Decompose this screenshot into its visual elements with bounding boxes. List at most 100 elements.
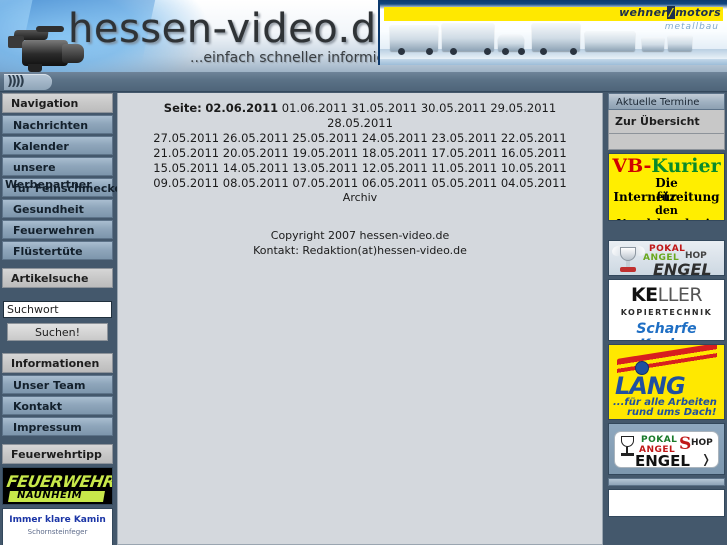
- date-link[interactable]: 20.05.2011: [223, 146, 289, 160]
- date-link[interactable]: 11.05.2011: [431, 161, 497, 175]
- date-link[interactable]: 17.05.2011: [431, 146, 497, 160]
- date-link[interactable]: 24.05.2011: [362, 131, 428, 145]
- ad-feuerwehr-naunheim[interactable]: FEUERWEHR NAUNHEIM: [2, 467, 113, 505]
- sidebar-item-label-werbepartner: Werbepartner: [5, 178, 92, 191]
- keller-title-b: LLER: [657, 284, 703, 306]
- sidebar-item-unsere-werbepartner[interactable]: unsere: [2, 157, 113, 176]
- banner-vehicle: [390, 25, 438, 51]
- copyright-block: Copyright 2007 hessen-video.de Kontakt: …: [118, 228, 602, 258]
- banner-wheel: [570, 48, 577, 55]
- search-button[interactable]: Suchen!: [7, 323, 108, 341]
- keller-title-a: KE: [630, 284, 658, 306]
- archiv-link[interactable]: Archiv: [118, 191, 602, 204]
- right-sidebar: Aktuelle Termine Zur Übersicht VB-Kurier…: [606, 93, 727, 545]
- date-link[interactable]: 25.05.2011: [292, 131, 358, 145]
- banner-subbrand-label: metallbau: [664, 22, 719, 32]
- sidebar-item-gesundheit[interactable]: Gesundheit: [2, 199, 113, 218]
- date-link[interactable]: 09.05.2011: [153, 176, 219, 190]
- sidebar-item-kalender[interactable]: Kalender: [2, 136, 113, 155]
- banner-brand-text: wehner: [619, 6, 668, 19]
- ad-pokal-angel-shop-engel-2[interactable]: POKAL ANGEL S HOP ENGEL ❭: [608, 423, 725, 475]
- sidebar-item-fluestertuete[interactable]: Flüstertüte: [2, 241, 113, 260]
- date-link[interactable]: 29.05.2011: [490, 101, 556, 115]
- date-link[interactable]: 23.05.2011: [431, 131, 497, 145]
- ad-placeholder[interactable]: [608, 489, 725, 517]
- sidebar-item-label-unsere: unsere: [13, 161, 56, 174]
- date-link[interactable]: 15.05.2011: [153, 161, 219, 175]
- vb-kurier-title: VB-Kurier: [609, 155, 724, 177]
- zur-uebersicht-link[interactable]: Zur Übersicht: [608, 110, 725, 134]
- date-link[interactable]: 28.05.2011: [327, 116, 393, 130]
- fish-icon: ❭: [701, 452, 712, 466]
- date-link[interactable]: 01.06.2011: [282, 101, 348, 115]
- current-date: 02.06.2011: [205, 101, 279, 115]
- ad-vb-kurier[interactable]: VB-Kurier Die Internetzeitung für den Vo…: [608, 153, 725, 221]
- date-link[interactable]: 14.05.2011: [223, 161, 289, 175]
- right-section-aktuelle-termine: Aktuelle Termine: [608, 93, 725, 110]
- banner-vehicle: [642, 37, 664, 51]
- site-logo-title[interactable]: hessen-video.de: [68, 6, 402, 52]
- ad-kamin[interactable]: Immer klare Kamin Schornsteinfeger: [2, 508, 113, 545]
- sidebar-item-feuerwehren[interactable]: Feuerwehren: [2, 220, 113, 239]
- banner-wheel: [502, 48, 509, 55]
- trophy-icon: [610, 244, 647, 273]
- date-link[interactable]: 04.05.2011: [501, 176, 567, 190]
- engel2-pokal-label: POKAL: [641, 435, 678, 445]
- search-input[interactable]: [3, 301, 112, 318]
- sidebar-section-artikelsuche: Artikelsuche: [2, 268, 113, 288]
- date-link[interactable]: 12.05.2011: [362, 161, 428, 175]
- feuerwehr-logo-line1: FEUERWEHR: [5, 472, 113, 491]
- sidebar-item-nachrichten[interactable]: Nachrichten: [2, 115, 113, 134]
- date-link[interactable]: 26.05.2011: [223, 131, 289, 145]
- lang-brand-label: LANG: [615, 372, 686, 400]
- waves-icon[interactable]: )))): [4, 74, 52, 90]
- date-row: 27.05.2011 26.05.2011 25.05.2011 24.05.2…: [132, 131, 588, 146]
- date-link[interactable]: 06.05.2011: [362, 176, 428, 190]
- sidebar-item-impressum[interactable]: Impressum: [2, 417, 113, 436]
- right-panel-filler: [608, 134, 725, 150]
- site-tagline: ...einfach schneller informiert!: [190, 50, 402, 66]
- vb-kurier-line3: für: [656, 190, 677, 204]
- sidebar-item-unser-team[interactable]: Unser Team: [2, 375, 113, 394]
- banner-wheel: [484, 48, 491, 55]
- ad-lang-dachbau[interactable]: LANG ...für alle Arbeiten rund ums Dach!: [608, 344, 725, 420]
- banner-vehicle: [668, 35, 692, 51]
- vb-kurier-title-b: Kurier: [651, 155, 721, 177]
- ad-keller-kopiertechnik[interactable]: KELLER KOPIERTECHNIK Scharfe Kopien: [608, 279, 725, 341]
- date-link[interactable]: 05.05.2011: [431, 176, 497, 190]
- ad-pokal-angel-shop-engel-1[interactable]: POKAL ANGEL HOP ENGEL: [608, 240, 725, 276]
- date-link[interactable]: 19.05.2011: [292, 146, 358, 160]
- date-link[interactable]: 18.05.2011: [362, 146, 428, 160]
- date-link[interactable]: 21.05.2011: [153, 146, 219, 160]
- seite-label: Seite:: [163, 101, 202, 115]
- sidebar-item-kontakt[interactable]: Kontakt: [2, 396, 113, 415]
- date-link[interactable]: 30.05.2011: [421, 101, 487, 115]
- date-link[interactable]: 07.05.2011: [292, 176, 358, 190]
- engel1-engel-label: ENGEL: [653, 260, 712, 276]
- banner-wheel: [450, 48, 457, 55]
- date-link[interactable]: 22.05.2011: [501, 131, 567, 145]
- date-link[interactable]: 10.05.2011: [501, 161, 567, 175]
- banner-wheel: [540, 48, 547, 55]
- date-link[interactable]: 31.05.2011: [351, 101, 417, 115]
- date-row: 21.05.2011 20.05.2011 19.05.2011 18.05.2…: [132, 146, 588, 161]
- date-row: 09.05.2011 08.05.2011 07.05.2011 06.05.2…: [132, 176, 588, 191]
- date-link[interactable]: 08.05.2011: [223, 176, 289, 190]
- copyright-line-1: Copyright 2007 hessen-video.de: [270, 229, 450, 242]
- date-link[interactable]: 13.05.2011: [292, 161, 358, 175]
- date-link[interactable]: 27.05.2011: [153, 131, 219, 145]
- date-link[interactable]: 16.05.2011: [501, 146, 567, 160]
- keller-subtitle: KOPIERTECHNIK: [620, 308, 713, 317]
- banner-ad-wehner-motors[interactable]: wehner / motors metallbau: [378, 0, 727, 65]
- banner-wheel: [398, 48, 405, 55]
- date-row: Seite: 02.06.2011 01.06.2011 31.05.2011 …: [132, 101, 588, 131]
- right-gap: [606, 221, 727, 237]
- sidebar-section-feuerwehrtipp: Feuerwehrtipp: [2, 444, 113, 464]
- trophy-icon: [619, 436, 636, 460]
- page-root: hessen-video.de ...einfach schneller inf…: [0, 0, 727, 545]
- sidebar-section-navigation: Navigation: [2, 93, 113, 113]
- engel2-engel-label: ENGEL: [635, 452, 690, 470]
- sidebar-item-fuer-feinschmecker[interactable]: Werbepartner für Feinschmecker: [2, 178, 127, 197]
- banner-vehicle: [585, 31, 635, 51]
